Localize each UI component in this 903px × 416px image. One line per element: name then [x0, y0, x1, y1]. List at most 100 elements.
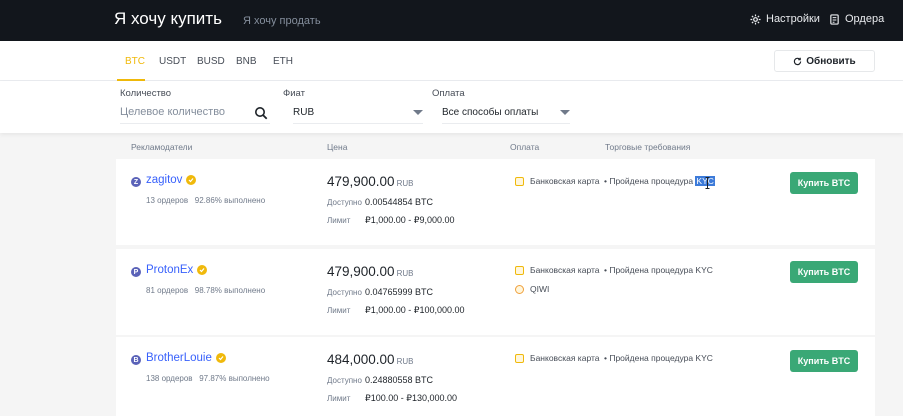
price-value: 484,000.00 — [327, 352, 395, 367]
completion-rate: 97.87% выполнено — [199, 374, 270, 383]
buy-btc-button[interactable]: Купить BTC — [790, 261, 858, 283]
limit-label: Лимит — [327, 394, 351, 403]
available-value: 0.04765999 BTC — [365, 287, 434, 297]
verified-check-icon — [197, 265, 208, 275]
document-icon — [830, 13, 839, 25]
advertiser-stats: 13 ордеров 92.86% выполнено — [146, 196, 265, 205]
available-value: 0.24880558 BTC — [365, 375, 434, 385]
tab-busd[interactable]: BUSD — [197, 56, 225, 67]
advertiser-name-link[interactable]: zagitov — [146, 174, 197, 186]
tab-usdt[interactable]: USDT — [159, 56, 186, 67]
col-requirements: Торговые требования — [605, 142, 691, 152]
text-cursor-icon — [705, 177, 710, 189]
price-currency: RUB — [396, 269, 414, 278]
limit-value: ₽1,000.00 - ₽100,000.00 — [365, 305, 465, 315]
trade-requirement: • Пройдена процедура KYC — [604, 176, 715, 186]
payment-method: Банковская карта — [515, 265, 600, 275]
bank-card-icon — [515, 265, 524, 275]
top-header: Я хочу купить Я хочу продать Настройки О… — [0, 0, 903, 41]
payment-value: Все способы оплаты — [442, 106, 539, 118]
buy-tab[interactable]: Я хочу купить — [114, 9, 222, 29]
price: 479,900.00 RUB — [327, 264, 413, 279]
tab-eth[interactable]: ETH — [273, 56, 293, 67]
order-count: 81 ордеров — [146, 286, 189, 295]
amount-input[interactable]: Целевое количество — [120, 101, 270, 124]
bank-card-icon — [515, 353, 524, 363]
col-price: Цена — [327, 142, 348, 152]
filter-bar: Количество Целевое количество Фиат RUB О… — [0, 81, 903, 133]
avatar: Z — [131, 177, 141, 187]
col-advertisers: Рекламодатели — [131, 142, 193, 152]
verified-check-icon — [186, 175, 197, 185]
fiat-value: RUB — [293, 106, 315, 118]
settings-label: Настройки — [766, 13, 820, 25]
offer-row: Z zagitov 13 ордеров 92.86% выполнено 47… — [116, 159, 875, 245]
price-value: 479,900.00 — [327, 174, 395, 189]
completion-rate: 98.78% выполнено — [194, 286, 266, 295]
available-value: 0.00544854 BTC — [365, 197, 434, 207]
refresh-button[interactable]: Обновить — [774, 50, 875, 72]
qiwi-icon — [515, 284, 524, 294]
order-count: 13 ордеров — [146, 196, 189, 205]
requirement-text: • Пройдена процедура — [604, 265, 696, 275]
price-currency: RUB — [396, 357, 414, 366]
payment-method-label: Банковская карта — [530, 353, 600, 363]
advertiser-stats: 81 ордеров 98.78% выполнено — [146, 286, 265, 295]
payment-method-label: QIWI — [530, 284, 550, 294]
refresh-icon — [794, 57, 802, 65]
col-payment: Оплата — [510, 142, 540, 152]
payment-method: Банковская карта — [515, 176, 600, 186]
trade-requirement: • Пройдена процедура KYC — [604, 353, 713, 363]
offer-row: P ProtonEx 81 ордеров 98.78% выполнено 4… — [116, 249, 875, 335]
verified-check-icon — [215, 353, 226, 363]
limit-label: Лимит — [327, 306, 351, 315]
available-label: Доступно — [327, 288, 362, 297]
price: 484,000.00 RUB — [327, 352, 413, 367]
bank-card-icon — [515, 176, 524, 186]
advertiser-name-link[interactable]: BrotherLouie — [146, 352, 226, 364]
payment-label: Оплата — [432, 88, 465, 99]
column-headers: Рекламодатели Цена Оплата Торговые требо… — [0, 133, 903, 159]
gear-icon — [750, 13, 761, 25]
requirement-kyc: KYC — [695, 265, 713, 275]
limit-value: ₽1,000.00 - ₽9,000.00 — [365, 215, 455, 225]
coin-tabs-bar: BTC USDT BUSD BNB ETH Обновить — [0, 41, 903, 81]
refresh-label: Обновить — [806, 55, 856, 67]
payment-select[interactable]: Все способы оплаты — [442, 101, 570, 124]
tab-bnb[interactable]: BNB — [236, 56, 257, 67]
sell-tab[interactable]: Я хочу продать — [243, 15, 321, 27]
available-label: Доступно — [327, 376, 362, 385]
advertiser-name-link[interactable]: ProtonEx — [146, 264, 208, 276]
settings-link[interactable]: Настройки — [750, 13, 820, 25]
avatar: P — [131, 267, 141, 277]
amount-label: Количество — [120, 88, 172, 99]
order-count: 138 ордеров — [146, 374, 193, 383]
payment-method-label: Банковская карта — [530, 265, 600, 275]
requirement-kyc: KYC — [695, 353, 713, 363]
buy-btc-button[interactable]: Купить BTC — [790, 350, 858, 372]
buy-btc-button[interactable]: Купить BTC — [790, 172, 858, 194]
fiat-label: Фиат — [283, 88, 305, 99]
orders-link[interactable]: Ордера — [829, 13, 884, 25]
payment-method-label: Банковская карта — [530, 176, 600, 186]
tab-btc[interactable]: BTC — [125, 56, 145, 67]
price-currency: RUB — [396, 179, 414, 188]
limit-label: Лимит — [327, 216, 351, 225]
avatar: B — [131, 355, 141, 365]
orders-label: Ордера — [845, 13, 885, 25]
advertiser-name: zagitov — [146, 174, 183, 186]
advertiser-stats: 138 ордеров 97.87% выполнено — [146, 374, 270, 383]
offer-row: B BrotherLouie 138 ордеров 97.87% выполн… — [116, 337, 875, 416]
trade-requirement: • Пройдена процедура KYC — [604, 265, 713, 275]
price-value: 479,900.00 — [327, 264, 395, 279]
requirement-text: • Пройдена процедура — [604, 176, 696, 186]
chevron-down-icon — [413, 110, 423, 115]
chevron-down-icon — [560, 110, 570, 115]
requirement-text: • Пройдена процедура — [604, 353, 696, 363]
price: 479,900.00 RUB — [327, 174, 413, 189]
payment-method: QIWI — [515, 284, 549, 294]
fiat-select[interactable]: RUB — [293, 101, 423, 124]
search-icon[interactable] — [254, 106, 268, 120]
payment-method: Банковская карта — [515, 353, 600, 363]
advertiser-name: ProtonEx — [146, 264, 194, 276]
